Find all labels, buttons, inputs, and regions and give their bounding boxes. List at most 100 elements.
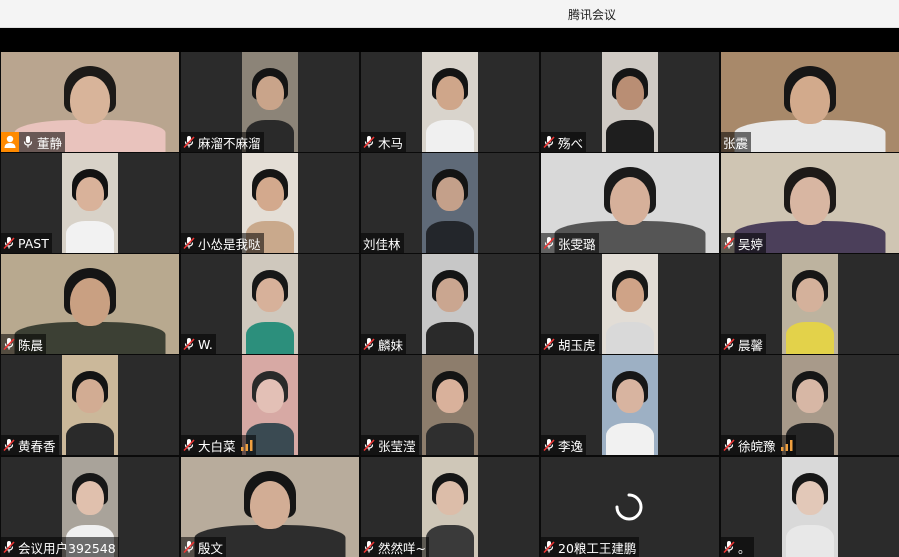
participant-face <box>436 76 464 110</box>
participant-tile[interactable]: 张莹滢 <box>361 355 539 455</box>
participant-name: 会议用户392548 <box>18 540 116 556</box>
participant-face <box>76 177 104 211</box>
participant-name: 张震 <box>723 135 749 151</box>
participant-nameplate: 张莹滢 <box>361 435 419 455</box>
participant-tile[interactable]: W. <box>181 254 359 354</box>
participant-face <box>256 278 284 312</box>
participant-name: 黄春香 <box>18 438 56 454</box>
video-feed <box>62 153 118 253</box>
participant-tile[interactable]: 张雯璐 <box>541 153 719 253</box>
participant-body <box>786 525 834 557</box>
participant-face <box>616 76 644 110</box>
participant-body <box>66 423 114 455</box>
participant-body <box>606 120 654 152</box>
participant-tile[interactable]: 20粮工王建鹏 <box>541 457 719 557</box>
signal-strength-icon <box>780 439 793 451</box>
participant-face <box>436 481 464 515</box>
mic-muted-icon <box>723 438 735 452</box>
participant-nameplate: 麟妹 <box>361 334 407 354</box>
participant-name: 大白菜 <box>198 438 236 454</box>
participant-face <box>436 278 464 312</box>
participant-name: 吴婷 <box>738 236 764 252</box>
mic-muted-icon <box>723 236 735 250</box>
participant-tile[interactable]: 徐皖豫 <box>721 355 899 455</box>
participant-tile[interactable]: 张震 <box>721 52 899 152</box>
mic-muted-icon <box>3 438 15 452</box>
mic-muted-icon <box>183 540 195 554</box>
participant-tile[interactable]: 麻溜不麻溜 <box>181 52 359 152</box>
participant-tile[interactable]: 殇べ <box>541 52 719 152</box>
video-feed <box>602 52 658 152</box>
participant-nameplate: 然然咩~ <box>361 537 429 557</box>
participant-nameplate: 张震 <box>721 132 752 152</box>
participant-name: 20粮工王建鹏 <box>558 540 637 556</box>
signal-strength-icon <box>240 439 253 451</box>
participant-name: 殇べ <box>558 135 584 151</box>
participant-tile[interactable]: 大白菜 <box>181 355 359 455</box>
participant-tile[interactable]: 木马 <box>361 52 539 152</box>
participant-nameplate: PAST <box>1 233 52 253</box>
top-toolbar <box>0 28 899 52</box>
participant-tile[interactable]: 小怂是我哒 <box>181 153 359 253</box>
participant-face <box>256 379 284 413</box>
participant-body <box>786 322 834 354</box>
participant-tile[interactable]: 晨馨 <box>721 254 899 354</box>
participant-name: 董静 <box>37 135 63 151</box>
participant-tile[interactable]: 。 <box>721 457 899 557</box>
window-title: 腾讯会议 <box>568 8 617 22</box>
mic-muted-icon <box>363 540 375 554</box>
participant-face <box>610 177 650 225</box>
participant-body <box>606 322 654 354</box>
participant-tile[interactable]: 李逸 <box>541 355 719 455</box>
video-feed <box>422 153 478 253</box>
participant-face <box>76 379 104 413</box>
participant-face <box>70 278 110 326</box>
participant-nameplate: W. <box>181 334 216 354</box>
participant-body <box>426 423 474 455</box>
video-feed <box>422 52 478 152</box>
video-feed <box>782 457 838 557</box>
participant-face <box>790 76 830 124</box>
participant-tile[interactable]: 胡玉虎 <box>541 254 719 354</box>
participant-nameplate: 殷文 <box>181 537 227 557</box>
participant-name: W. <box>198 336 213 352</box>
participant-name: 小怂是我哒 <box>198 236 261 252</box>
participant-face <box>796 379 824 413</box>
mic-muted-icon <box>183 236 195 250</box>
participant-tile[interactable]: 黄春香 <box>1 355 179 455</box>
participant-tile[interactable]: PAST <box>1 153 179 253</box>
participant-body <box>66 221 114 253</box>
participant-nameplate: 胡玉虎 <box>541 334 599 354</box>
participant-tile[interactable]: 陈晨 <box>1 254 179 354</box>
participant-nameplate: 会议用户392548 <box>1 537 119 557</box>
participant-name: 徐皖豫 <box>738 438 776 454</box>
participant-tile[interactable]: 会议用户392548 <box>1 457 179 557</box>
participant-nameplate: 刘佳林 <box>361 233 404 253</box>
participant-body <box>426 221 474 253</box>
video-feed <box>602 254 658 354</box>
participant-name: 木马 <box>378 135 404 151</box>
participant-face <box>256 76 284 110</box>
participant-name: 刘佳林 <box>363 236 401 252</box>
participant-tile[interactable]: 然然咩~ <box>361 457 539 557</box>
video-feed <box>422 355 478 455</box>
participant-tile[interactable]: 董静 <box>1 52 179 152</box>
participant-tile[interactable]: 殷文 <box>181 457 359 557</box>
participant-tile[interactable]: 麟妹 <box>361 254 539 354</box>
participant-nameplate: 麻溜不麻溜 <box>181 132 264 152</box>
participant-tile[interactable]: 吴婷 <box>721 153 899 253</box>
mic-muted-icon <box>543 337 555 351</box>
participant-name: PAST <box>18 235 49 251</box>
participant-nameplate: 黄春香 <box>1 435 59 455</box>
participant-face <box>76 481 104 515</box>
participant-tile[interactable]: 刘佳林 <box>361 153 539 253</box>
participant-face <box>790 177 830 225</box>
participant-face <box>436 177 464 211</box>
participant-body <box>606 423 654 455</box>
mic-muted-icon <box>543 540 555 554</box>
mic-muted-icon <box>363 438 375 452</box>
participant-nameplate: 20粮工王建鹏 <box>541 537 640 557</box>
participant-body <box>246 322 294 354</box>
participant-nameplate: 徐皖豫 <box>721 435 796 455</box>
participant-name: 李逸 <box>558 438 584 454</box>
